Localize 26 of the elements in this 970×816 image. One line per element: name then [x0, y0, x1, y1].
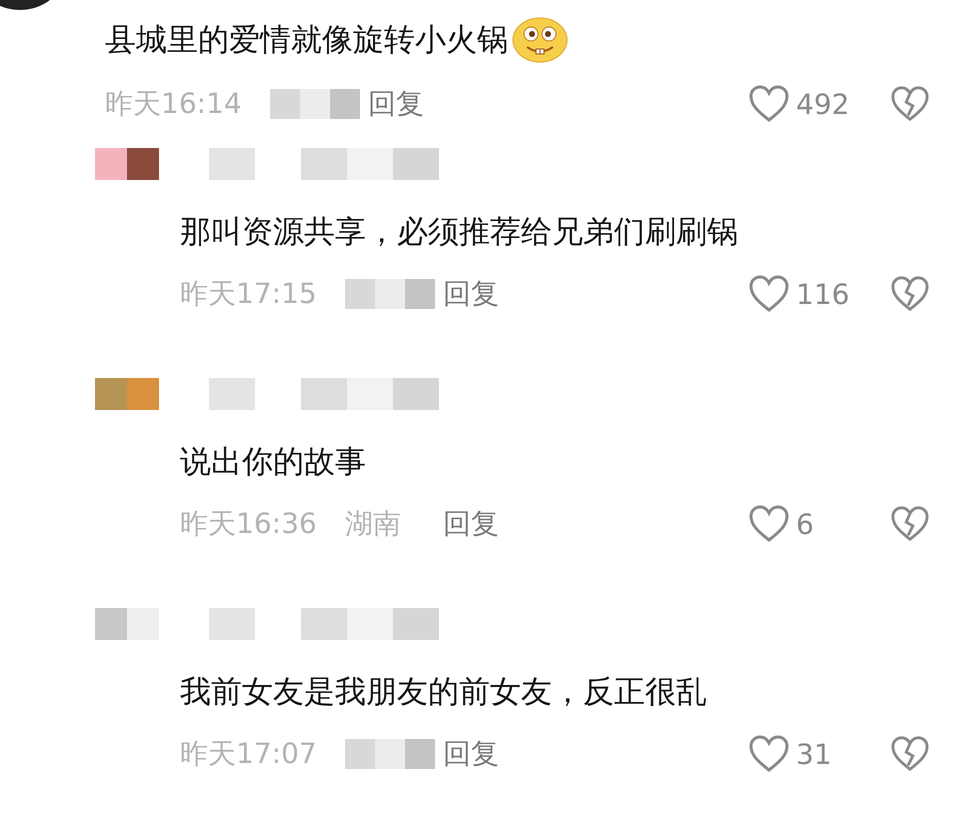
timestamp: 昨天16:14: [105, 86, 243, 122]
comment-text: 说出你的故事: [180, 443, 366, 482]
reply-link[interactable]: 回复: [443, 505, 499, 543]
heart-icon[interactable]: [748, 734, 790, 774]
comment-text: 我前女友是我朋友的前女友，反正很乱: [180, 673, 707, 712]
heart-icon[interactable]: [748, 504, 790, 544]
broken-heart-icon[interactable]: [890, 505, 930, 543]
broken-heart-icon[interactable]: [890, 275, 930, 313]
comment-text: 县城里的爱情就像旋转小火锅: [105, 21, 508, 60]
reply-link[interactable]: 回复: [368, 85, 424, 123]
reply-link[interactable]: 回复: [443, 735, 499, 773]
location-text: 湖南: [345, 506, 402, 542]
like-count: 6: [796, 508, 814, 540]
timestamp: 昨天16:36: [180, 506, 318, 542]
like-count: 492: [796, 88, 850, 120]
like-count: 116: [796, 278, 850, 310]
broken-heart-icon[interactable]: [890, 85, 930, 123]
reply-link[interactable]: 回复: [443, 275, 499, 313]
broken-heart-icon[interactable]: [890, 735, 930, 773]
timestamp: 昨天17:15: [180, 276, 318, 312]
heart-icon[interactable]: [748, 84, 790, 124]
heart-icon[interactable]: [748, 274, 790, 314]
blurred-avatar-drawing[interactable]: [95, 148, 159, 180]
comment-text: 那叫资源共享，必须推荐给兄弟们刷刷锅: [180, 213, 738, 252]
like-count: 31: [796, 738, 832, 770]
timestamp: 昨天17:07: [180, 736, 318, 772]
